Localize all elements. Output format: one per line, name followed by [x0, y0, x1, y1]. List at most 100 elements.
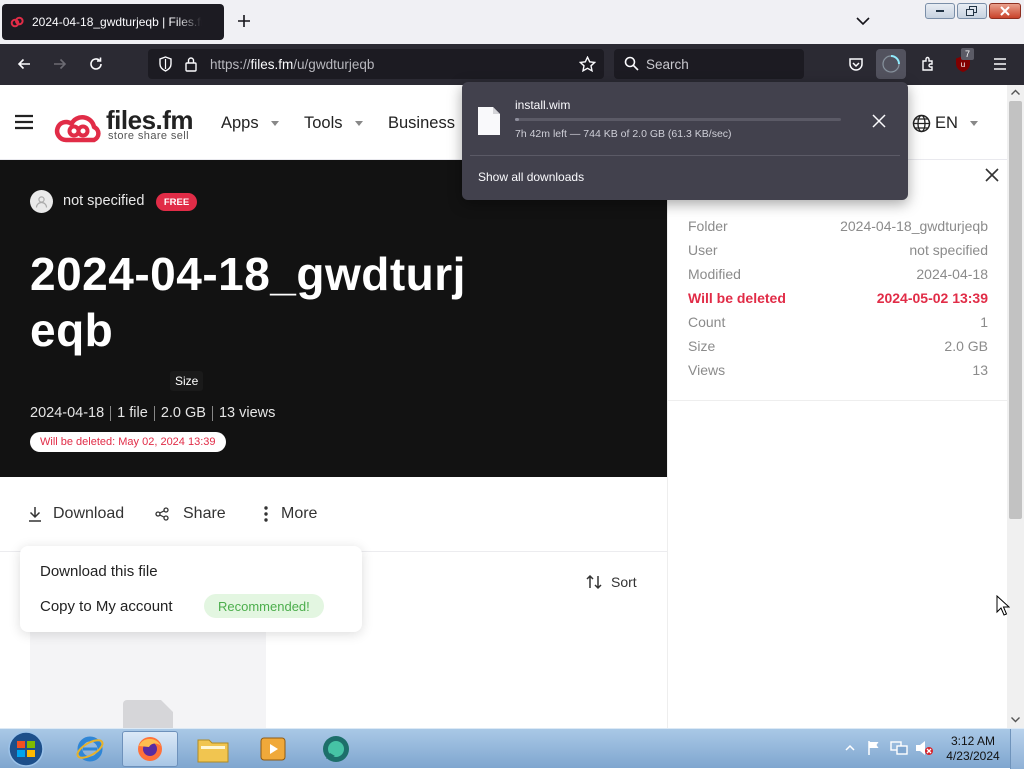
lock-icon[interactable]: [184, 56, 198, 72]
download-icon: [29, 507, 41, 522]
download-button[interactable]: Download: [28, 505, 124, 523]
meta-file-count: 1 file: [117, 405, 148, 421]
plan-badge: FREE: [156, 193, 197, 211]
language-selector[interactable]: EN: [912, 114, 978, 133]
nav-tools[interactable]: Tools: [304, 114, 363, 133]
menu-item-download-file[interactable]: Download this file: [40, 563, 158, 580]
more-vertical-icon: [264, 506, 268, 522]
folder-hero: not specified FREE 2024-04-18_gwdturjeqb…: [0, 160, 667, 477]
owner-name[interactable]: not specified: [63, 193, 144, 209]
search-bar[interactable]: Search: [614, 49, 804, 79]
sort-icon: [586, 574, 602, 590]
windows-taskbar: 3:12 AM 4/23/2024: [0, 728, 1024, 769]
back-icon[interactable]: [9, 49, 39, 79]
downloads-icon[interactable]: [876, 49, 906, 79]
forward-icon[interactable]: [45, 49, 75, 79]
menu-icon[interactable]: [985, 49, 1015, 79]
menu-item-copy-to-account[interactable]: Copy to My account: [40, 598, 173, 615]
detail-row-modified: Modified 2024-04-18: [688, 266, 988, 282]
nav-business[interactable]: Business: [388, 114, 455, 133]
divider: [153, 405, 155, 421]
recommended-badge: Recommended!: [204, 594, 324, 618]
sort-button[interactable]: Sort: [585, 573, 637, 591]
share-button[interactable]: Share: [155, 505, 226, 523]
chevron-down-icon: [354, 121, 363, 126]
hamburger-menu-icon[interactable]: [14, 114, 34, 130]
detail-row-views: Views 13: [688, 362, 988, 378]
internet-explorer-icon[interactable]: [62, 731, 118, 767]
chat-app-icon[interactable]: [308, 731, 364, 767]
globe-icon: [912, 114, 931, 133]
search-icon: [624, 56, 639, 71]
start-button[interactable]: [6, 730, 46, 768]
nav-apps[interactable]: Apps: [221, 114, 279, 133]
url-bar[interactable]: https://files.fm/u/gwdturjeqb: [148, 49, 604, 79]
clock-date: 4/23/2024: [946, 749, 1000, 763]
files-fm-favicon: [10, 15, 24, 29]
file-thumbnail[interactable]: [30, 632, 266, 730]
show-all-downloads-link[interactable]: Show all downloads: [478, 170, 584, 184]
files-fm-logo[interactable]: files.fm store share sell: [52, 105, 202, 145]
detail-row-size: Size 2.0 GB: [688, 338, 988, 354]
list-tabs-icon[interactable]: [856, 16, 870, 26]
meta-views: 13 views: [218, 405, 276, 421]
mouse-cursor-icon: [996, 595, 1010, 616]
scroll-up-icon[interactable]: [1011, 89, 1020, 95]
show-desktop-button[interactable]: [1010, 729, 1024, 769]
reload-icon[interactable]: [81, 49, 111, 79]
scroll-down-icon[interactable]: [1011, 717, 1020, 723]
detail-row-count: Count 1: [688, 314, 988, 330]
download-progress-bar: [515, 118, 841, 121]
tab-active[interactable]: 2024-04-18_gwdturjeqb | Files.fm: [2, 4, 224, 40]
close-icon[interactable]: [985, 168, 999, 182]
detail-row-will-be-deleted: Will be deleted 2024-05-02 13:39: [688, 290, 988, 306]
ublock-icon[interactable]: u 7: [948, 48, 978, 79]
restore-button[interactable]: [957, 3, 987, 19]
search-placeholder: Search: [646, 57, 689, 72]
close-window-button[interactable]: [989, 3, 1021, 19]
page-title: 2024-04-18_gwdturjeqb: [30, 248, 466, 356]
detail-row-folder: Folder 2024-04-18_gwdturjeqb: [688, 218, 988, 234]
network-icon[interactable]: [890, 740, 908, 756]
download-progress-fill: [515, 118, 519, 121]
extensions-icon[interactable]: [913, 49, 943, 79]
new-tab-icon[interactable]: [236, 13, 252, 29]
action-center-flag-icon[interactable]: [866, 740, 882, 756]
bookmark-star-icon[interactable]: [579, 56, 596, 72]
firefox-icon[interactable]: [122, 731, 178, 767]
size-tooltip: Size: [170, 371, 204, 391]
download-status: 7h 42m left — 744 KB of 2.0 GB (61.3 KB/…: [515, 128, 732, 140]
extension-badge: 7: [961, 48, 974, 60]
url-text[interactable]: https://files.fm/u/gwdturjeqb: [210, 57, 374, 72]
page-scrollbar[interactable]: [1007, 85, 1024, 728]
media-player-icon[interactable]: [245, 731, 301, 767]
system-clock[interactable]: 3:12 AM 4/23/2024: [940, 734, 1006, 764]
file-explorer-icon[interactable]: [185, 731, 241, 767]
divider: [668, 400, 1008, 401]
pocket-icon[interactable]: [841, 49, 871, 79]
avatar: [30, 190, 53, 213]
folder-meta: 2024-04-18 1 file 2.0 GB 13 views: [30, 405, 275, 421]
volume-muted-icon[interactable]: [914, 740, 934, 756]
file-icon: [123, 700, 173, 730]
browser-tab-strip: 2024-04-18_gwdturjeqb | Files.fm: [0, 0, 1024, 44]
downloads-panel: install.wim 7h 42m left — 744 KB of 2.0 …: [462, 82, 908, 200]
divider: [110, 405, 112, 421]
chevron-down-icon: [969, 121, 978, 126]
browser-toolbar: https://files.fm/u/gwdturjeqb Search u 7: [0, 44, 1024, 85]
show-hidden-icons-icon[interactable]: [845, 744, 855, 752]
more-dropdown-menu: Download this file Copy to My account Re…: [20, 546, 362, 632]
meta-size: 2.0 GB: [160, 405, 206, 421]
details-panel: Folder 2024-04-18_gwdturjeqb User not spec…: [667, 160, 1008, 728]
scroll-thumb[interactable]: [1009, 101, 1022, 519]
deletion-notice-badge: Will be deleted: May 02, 2024 13:39: [30, 432, 226, 452]
logo-tagline: store share sell: [108, 130, 189, 142]
more-button[interactable]: More: [262, 505, 317, 523]
shield-icon[interactable]: [158, 56, 173, 72]
minimize-button[interactable]: [925, 3, 955, 19]
svg-text:u: u: [961, 60, 965, 69]
divider: [470, 155, 900, 156]
download-filename[interactable]: install.wim: [515, 98, 570, 112]
meta-date: 2024-04-18: [30, 405, 105, 421]
cancel-download-icon[interactable]: [872, 114, 886, 128]
